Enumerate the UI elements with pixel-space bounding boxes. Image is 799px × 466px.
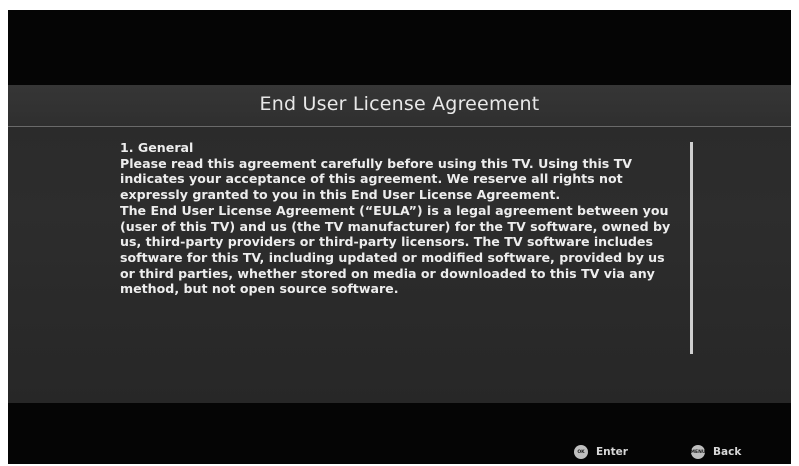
ok-button-icon: OK — [574, 445, 588, 459]
eula-paragraph: The End User License Agreement (“EULA”) … — [120, 202, 671, 297]
eula-text-area[interactable]: 1. General Please read this agreement ca… — [120, 140, 680, 297]
eula-section-heading: 1. General — [120, 140, 194, 155]
menu-button-icon: MENU — [691, 445, 706, 459]
enter-hint[interactable]: OK Enter — [574, 445, 628, 459]
dialog-header: End User License Agreement — [8, 85, 791, 127]
eula-paragraph: Please read this agreement carefully bef… — [120, 155, 633, 203]
enter-label: Enter — [596, 446, 628, 458]
back-label: Back — [713, 446, 742, 458]
eula-dialog: End User License Agreement 1. General Pl… — [8, 85, 791, 403]
scrollbar[interactable] — [690, 142, 693, 354]
dialog-title: End User License Agreement — [259, 93, 540, 115]
tv-screen: End User License Agreement 1. General Pl… — [8, 10, 791, 464]
back-hint[interactable]: MENU Back — [691, 445, 741, 459]
footer-hints: OK Enter MENU Back — [8, 438, 791, 464]
